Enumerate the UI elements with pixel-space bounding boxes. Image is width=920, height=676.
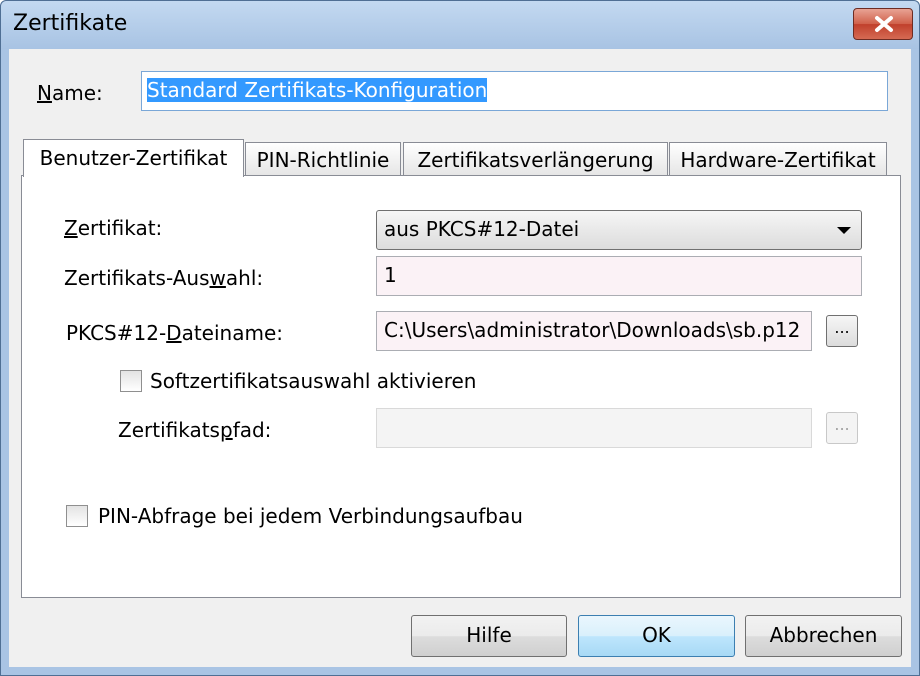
cancel-button[interactable]: Abbrechen bbox=[745, 615, 902, 657]
tab-pin-richtlinie[interactable]: PIN-Richtlinie bbox=[245, 142, 401, 175]
auswahl-input[interactable]: 1 bbox=[376, 256, 862, 296]
dateiname-label: PKCS#12-Dateiname: bbox=[66, 321, 283, 345]
pfad-label: Zertifikatspfad: bbox=[118, 418, 272, 442]
soft-checkbox[interactable] bbox=[120, 370, 142, 392]
title-bar[interactable]: Zertifikate bbox=[1, 1, 919, 49]
pfad-input[interactable] bbox=[376, 408, 812, 448]
name-input-value: Standard Zertifikats-Konfiguration bbox=[147, 78, 488, 102]
tab-benutzer-zertifikat[interactable]: Benutzer-Zertifikat bbox=[23, 139, 244, 177]
pin-checkbox-label: PIN-Abfrage bei jedem Verbindungsaufbau bbox=[98, 504, 523, 528]
tab-zertifikatsverlaengerung[interactable]: Zertifikatsverlängerung bbox=[403, 142, 668, 175]
auswahl-label: Zertifikats-Auswahl: bbox=[64, 266, 264, 290]
zertifikat-select-value: aus PKCS#12-Datei bbox=[384, 217, 580, 241]
pfad-browse-button[interactable]: ... bbox=[826, 412, 858, 444]
ok-button[interactable]: OK bbox=[578, 615, 735, 657]
zertifikat-select[interactable]: aus PKCS#12-Datei bbox=[376, 210, 862, 250]
dialog-window: Zertifikate Name: Standard Zertifikats-K… bbox=[0, 0, 920, 676]
dateiname-browse-button[interactable]: ... bbox=[826, 315, 858, 347]
tab-hardware-zertifikat[interactable]: Hardware-Zertifikat bbox=[669, 142, 887, 175]
name-label: Name: bbox=[37, 81, 103, 105]
zertifikat-label: Zertifikat: bbox=[64, 216, 163, 240]
name-input[interactable]: Standard Zertifikats-Konfiguration bbox=[141, 71, 888, 111]
soft-checkbox-label: Softzertifikatsauswahl aktivieren bbox=[150, 369, 477, 393]
dateiname-input[interactable]: C:\Users\administrator\Downloads\sb.p12 bbox=[376, 311, 812, 351]
tab-panel-benutzer-zertifikat: Zertifikat: aus PKCS#12-Datei Zertifikat… bbox=[21, 175, 901, 598]
window-title: Zertifikate bbox=[13, 11, 128, 36]
pin-checkbox[interactable] bbox=[66, 505, 88, 527]
close-button[interactable] bbox=[853, 8, 913, 40]
dialog-client-area: Name: Standard Zertifikats-Konfiguration… bbox=[9, 49, 911, 667]
close-icon bbox=[875, 16, 893, 32]
chevron-down-icon bbox=[837, 227, 851, 234]
help-button[interactable]: Hilfe bbox=[411, 615, 567, 657]
